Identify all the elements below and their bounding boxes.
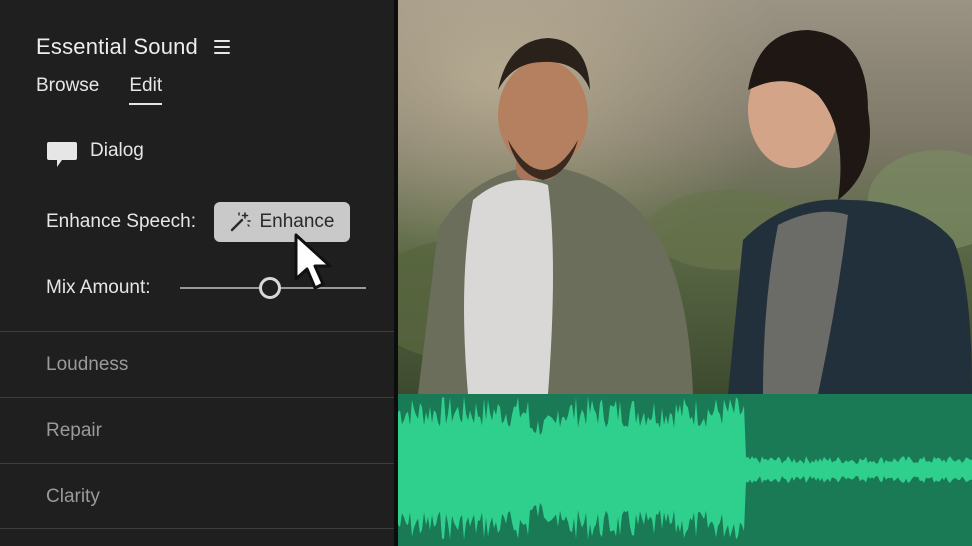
enhance-speech-label: Enhance Speech: <box>46 211 197 232</box>
hamburger-menu-icon[interactable] <box>214 40 230 54</box>
panel-header: Essential Sound <box>36 34 230 60</box>
slider-thumb[interactable] <box>259 277 281 299</box>
section-clarity[interactable]: Clarity <box>0 463 394 529</box>
section-label: Repair <box>46 420 102 441</box>
mix-amount-row: Mix Amount: <box>46 273 366 303</box>
dialog-label: Dialog <box>90 140 144 161</box>
panel-tabs: Browse Edit <box>36 75 163 105</box>
waveform-shape <box>398 396 972 540</box>
video-frame-illustration <box>398 0 972 394</box>
video-preview <box>398 0 972 394</box>
section-repair[interactable]: Repair <box>0 397 394 463</box>
waveform-graphic <box>398 396 972 540</box>
dialog-type-row: Dialog <box>46 138 144 170</box>
enhance-button[interactable]: Enhance <box>214 202 350 242</box>
speech-bubble-icon <box>47 142 77 167</box>
tab-browse[interactable]: Browse <box>36 75 99 105</box>
mix-amount-slider[interactable] <box>180 273 366 303</box>
enhance-button-label: Enhance <box>259 211 335 232</box>
enhance-speech-row: Enhance Speech: Enhance <box>46 202 350 242</box>
panel-title: Essential Sound <box>36 34 198 59</box>
mix-amount-label: Mix Amount: <box>46 277 151 298</box>
audio-waveform <box>398 394 972 546</box>
magic-wand-icon <box>231 212 252 232</box>
section-label: Clarity <box>46 486 100 507</box>
tab-edit[interactable]: Edit <box>129 75 163 105</box>
essential-sound-panel: Essential Sound Browse Edit Dialog Enhan… <box>0 0 394 546</box>
section-label: Loudness <box>46 354 129 375</box>
section-loudness[interactable]: Loudness <box>0 331 394 397</box>
